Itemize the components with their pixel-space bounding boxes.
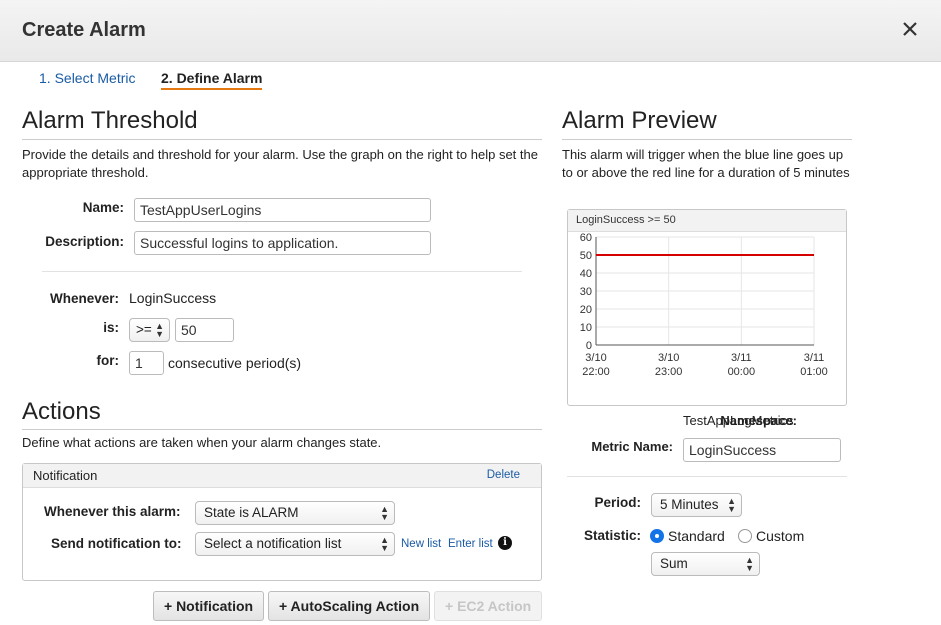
divider bbox=[22, 429, 542, 430]
step-define-alarm[interactable]: 2. Define Alarm bbox=[161, 70, 263, 90]
is-label: is: bbox=[103, 320, 119, 335]
x-tick-label-date: 3/10 bbox=[658, 352, 679, 364]
alarm-threshold-heading: Alarm Threshold bbox=[22, 107, 198, 134]
metric-name-label: Metric Name: bbox=[591, 439, 673, 454]
chart-header: LoginSuccess >= 50 bbox=[568, 210, 846, 232]
divider bbox=[567, 476, 847, 477]
standard-label: Standard bbox=[668, 528, 725, 544]
close-icon[interactable] bbox=[899, 18, 921, 40]
metric-name-input[interactable]: LoginSuccess bbox=[683, 438, 841, 462]
y-tick-label: 40 bbox=[580, 268, 592, 280]
dialog-header: Create Alarm bbox=[0, 0, 941, 62]
custom-label: Custom bbox=[756, 528, 805, 544]
operator-value: >= bbox=[136, 322, 152, 337]
chart-plot: 60504030201003/1022:003/1023:003/1100:00… bbox=[580, 232, 828, 378]
x-tick-label-time: 00:00 bbox=[728, 366, 756, 378]
dialog-title: Create Alarm bbox=[22, 19, 146, 41]
statistic-value: Sum bbox=[660, 556, 688, 571]
threshold-input[interactable]: 50 bbox=[175, 318, 234, 342]
alarm-name-input[interactable]: TestAppUserLogins bbox=[134, 198, 431, 222]
actions-heading: Actions bbox=[22, 398, 101, 425]
standard-radio[interactable] bbox=[650, 529, 664, 543]
threshold-description: Provide the details and threshold for yo… bbox=[22, 147, 538, 180]
updown-arrow-icon: ▲ ▼ bbox=[380, 535, 389, 553]
description-label: Description: bbox=[45, 234, 124, 249]
updown-arrow-icon: ▲ ▼ bbox=[727, 496, 736, 514]
period-value: 5 Minutes bbox=[660, 497, 719, 512]
alarm-preview-chart: LoginSuccess >= 50 60 50 40 30 20 10 0 3/10 22:0… bbox=[567, 209, 847, 406]
x-tick-label-date: 3/11 bbox=[804, 352, 825, 364]
whenever-this-alarm-label: Whenever this alarm: bbox=[44, 504, 181, 519]
y-tick-label: 0 bbox=[586, 340, 592, 352]
alarm-preview-heading: Alarm Preview bbox=[562, 107, 717, 134]
x-tick-label-time: 01:00 bbox=[800, 366, 828, 378]
statistic-select[interactable]: Sum ▲ ▼ bbox=[651, 552, 760, 576]
name-label: Name: bbox=[82, 200, 124, 215]
add-ec2-action-button: + EC2 Action bbox=[434, 591, 543, 621]
period-label: Period: bbox=[594, 495, 641, 510]
add-notification-button[interactable]: + Notification bbox=[153, 591, 265, 621]
chart-title: LoginSuccess >= 50 bbox=[576, 214, 676, 226]
whenever-label: Whenever: bbox=[49, 291, 119, 306]
custom-radio[interactable] bbox=[738, 529, 752, 543]
period-select[interactable]: 5 Minutes ▲ ▼ bbox=[651, 493, 742, 517]
notification-list-value: Select a notification list bbox=[204, 536, 342, 551]
new-list-link[interactable]: New list bbox=[401, 538, 441, 550]
add-autoscaling-action-button[interactable]: + AutoScaling Action bbox=[268, 591, 431, 621]
for-label: for: bbox=[96, 353, 120, 368]
updown-arrow-icon: ▲ ▼ bbox=[155, 321, 164, 339]
y-tick-label: 20 bbox=[580, 304, 592, 316]
y-tick-label: 10 bbox=[580, 322, 592, 334]
periods-suffix: consecutive period(s) bbox=[168, 355, 302, 371]
updown-arrow-icon: ▲ ▼ bbox=[380, 504, 389, 522]
info-icon[interactable]: i bbox=[498, 536, 512, 550]
y-tick-label: 60 bbox=[580, 232, 592, 244]
x-tick-label-date: 3/11 bbox=[731, 352, 752, 364]
divider bbox=[562, 139, 852, 140]
periods-input[interactable]: 1 bbox=[129, 351, 164, 375]
y-tick-label: 30 bbox=[580, 286, 592, 298]
operator-select[interactable]: >= ▲ ▼ bbox=[129, 318, 170, 342]
divider bbox=[42, 271, 522, 272]
x-tick-label-time: 23:00 bbox=[655, 366, 683, 378]
namespace-value: TestAppLogMetrics bbox=[683, 413, 794, 428]
divider bbox=[22, 139, 542, 140]
alarm-description-input[interactable]: Successful logins to application. bbox=[134, 231, 431, 255]
actions-description: Define what actions are taken when your … bbox=[22, 435, 382, 450]
x-tick-label-date: 3/10 bbox=[585, 352, 606, 364]
alarm-state-select[interactable]: State is ALARM ▲ ▼ bbox=[195, 501, 395, 525]
send-notification-label: Send notification to: bbox=[51, 536, 182, 551]
y-tick-label: 50 bbox=[580, 250, 592, 262]
preview-description: This alarm will trigger when the blue li… bbox=[562, 147, 850, 180]
notification-title: Notification bbox=[33, 468, 98, 483]
updown-arrow-icon: ▲ ▼ bbox=[745, 555, 754, 573]
notification-panel-header: Notification Delete bbox=[23, 464, 541, 488]
step-select-metric[interactable]: 1. Select Metric bbox=[39, 70, 135, 86]
delete-link[interactable]: Delete bbox=[487, 469, 520, 481]
alarm-state-value: State is ALARM bbox=[204, 505, 299, 520]
metric-name-text: LoginSuccess bbox=[129, 290, 217, 306]
statistic-label: Statistic: bbox=[583, 528, 641, 543]
notification-list-select[interactable]: Select a notification list ▲ ▼ bbox=[195, 532, 395, 556]
x-tick-label-time: 22:00 bbox=[582, 366, 610, 378]
enter-list-link[interactable]: Enter list bbox=[448, 538, 493, 550]
